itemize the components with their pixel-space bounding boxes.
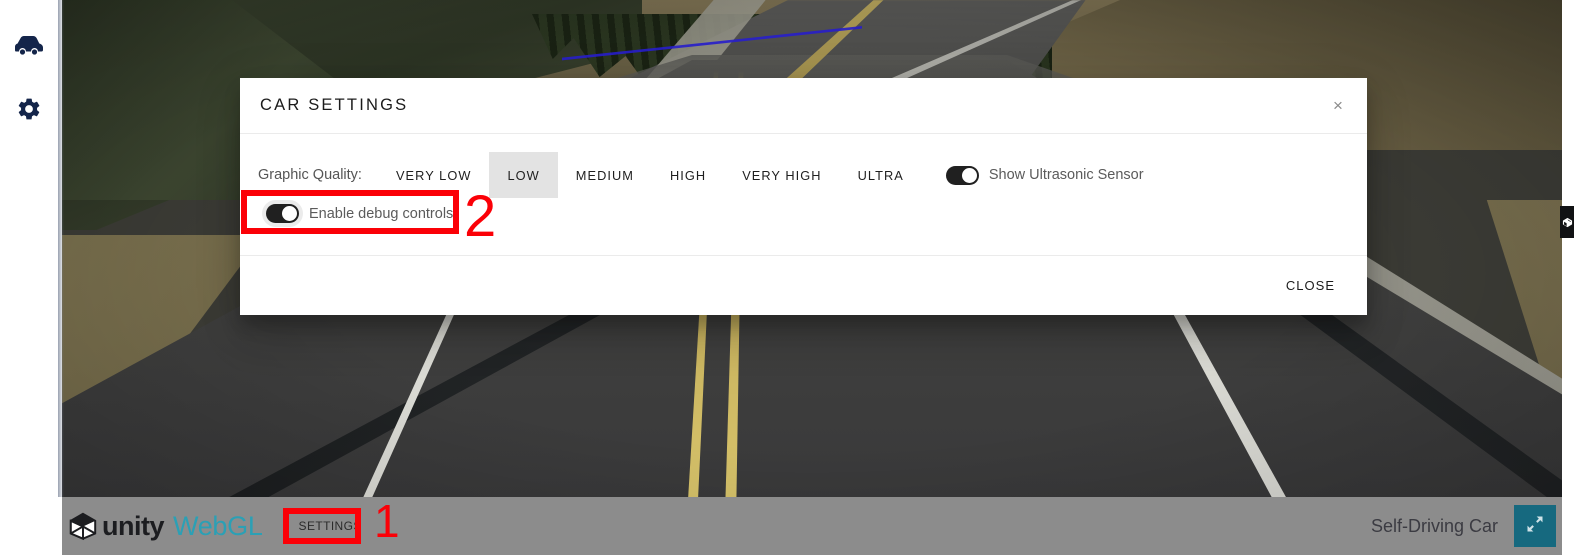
quality-option-very-low[interactable]: VERY LOW (378, 152, 490, 198)
partial-edge-widget[interactable] (1560, 206, 1574, 238)
quality-option-ultra[interactable]: ULTRA (840, 152, 922, 198)
quality-option-medium[interactable]: MEDIUM (558, 152, 652, 198)
quality-option-high[interactable]: HIGH (652, 152, 724, 198)
app-root: CAR SETTINGS × Graphic Quality: VERY LOW… (0, 0, 1584, 555)
dialog-header: CAR SETTINGS × (240, 78, 1367, 134)
show-ultrasonic-sensor-toggle[interactable]: Show Ultrasonic Sensor (945, 165, 1144, 185)
dialog-body: Graphic Quality: VERY LOW LOW MEDIUM HIG… (240, 134, 1367, 256)
car-settings-dialog: CAR SETTINGS × Graphic Quality: VERY LOW… (240, 78, 1367, 315)
show-ultrasonic-sensor-label: Show Ultrasonic Sensor (988, 167, 1144, 183)
fullscreen-button[interactable] (1514, 505, 1556, 547)
left-sidebar (0, 0, 58, 555)
unity-cube-icon (68, 511, 98, 541)
unity-logo: unity WebGL (68, 511, 263, 542)
rail-shadow (58, 0, 64, 497)
gear-icon (16, 96, 42, 127)
dialog-title: CAR SETTINGS (260, 96, 409, 114)
toggle-knob (282, 206, 297, 221)
toggle-switch-on-icon (266, 204, 299, 223)
toggle-knob (961, 167, 977, 183)
unity-wordmark: unity (102, 510, 165, 541)
enable-debug-controls-toggle[interactable]: Enable debug controls (266, 204, 453, 223)
webgl-wordmark: WebGL (173, 510, 263, 541)
app-title: Self-Driving Car (1370, 515, 1498, 536)
sidebar-item-car[interactable] (0, 30, 58, 64)
graphic-quality-label: Graphic Quality: (258, 167, 362, 183)
settings-button[interactable]: SETTINGS (293, 515, 368, 537)
close-button[interactable]: CLOSE (1276, 272, 1345, 299)
sidebar-item-settings[interactable] (0, 95, 58, 127)
unity-webgl-footer: unity WebGL SETTINGS Self-Driving Car (62, 497, 1562, 555)
dialog-footer: CLOSE (240, 256, 1367, 314)
graphic-quality-row: Graphic Quality: VERY LOW LOW MEDIUM HIG… (258, 152, 1144, 198)
close-icon[interactable]: × (1325, 93, 1351, 119)
car-icon (12, 34, 46, 61)
quality-option-low[interactable]: LOW (489, 152, 558, 198)
quality-option-very-high[interactable]: VERY HIGH (724, 152, 839, 198)
fullscreen-icon (1525, 514, 1545, 539)
enable-debug-controls-label: Enable debug controls (309, 205, 454, 222)
right-edge-strip (1562, 0, 1584, 555)
toggle-switch-on-icon (945, 165, 979, 185)
